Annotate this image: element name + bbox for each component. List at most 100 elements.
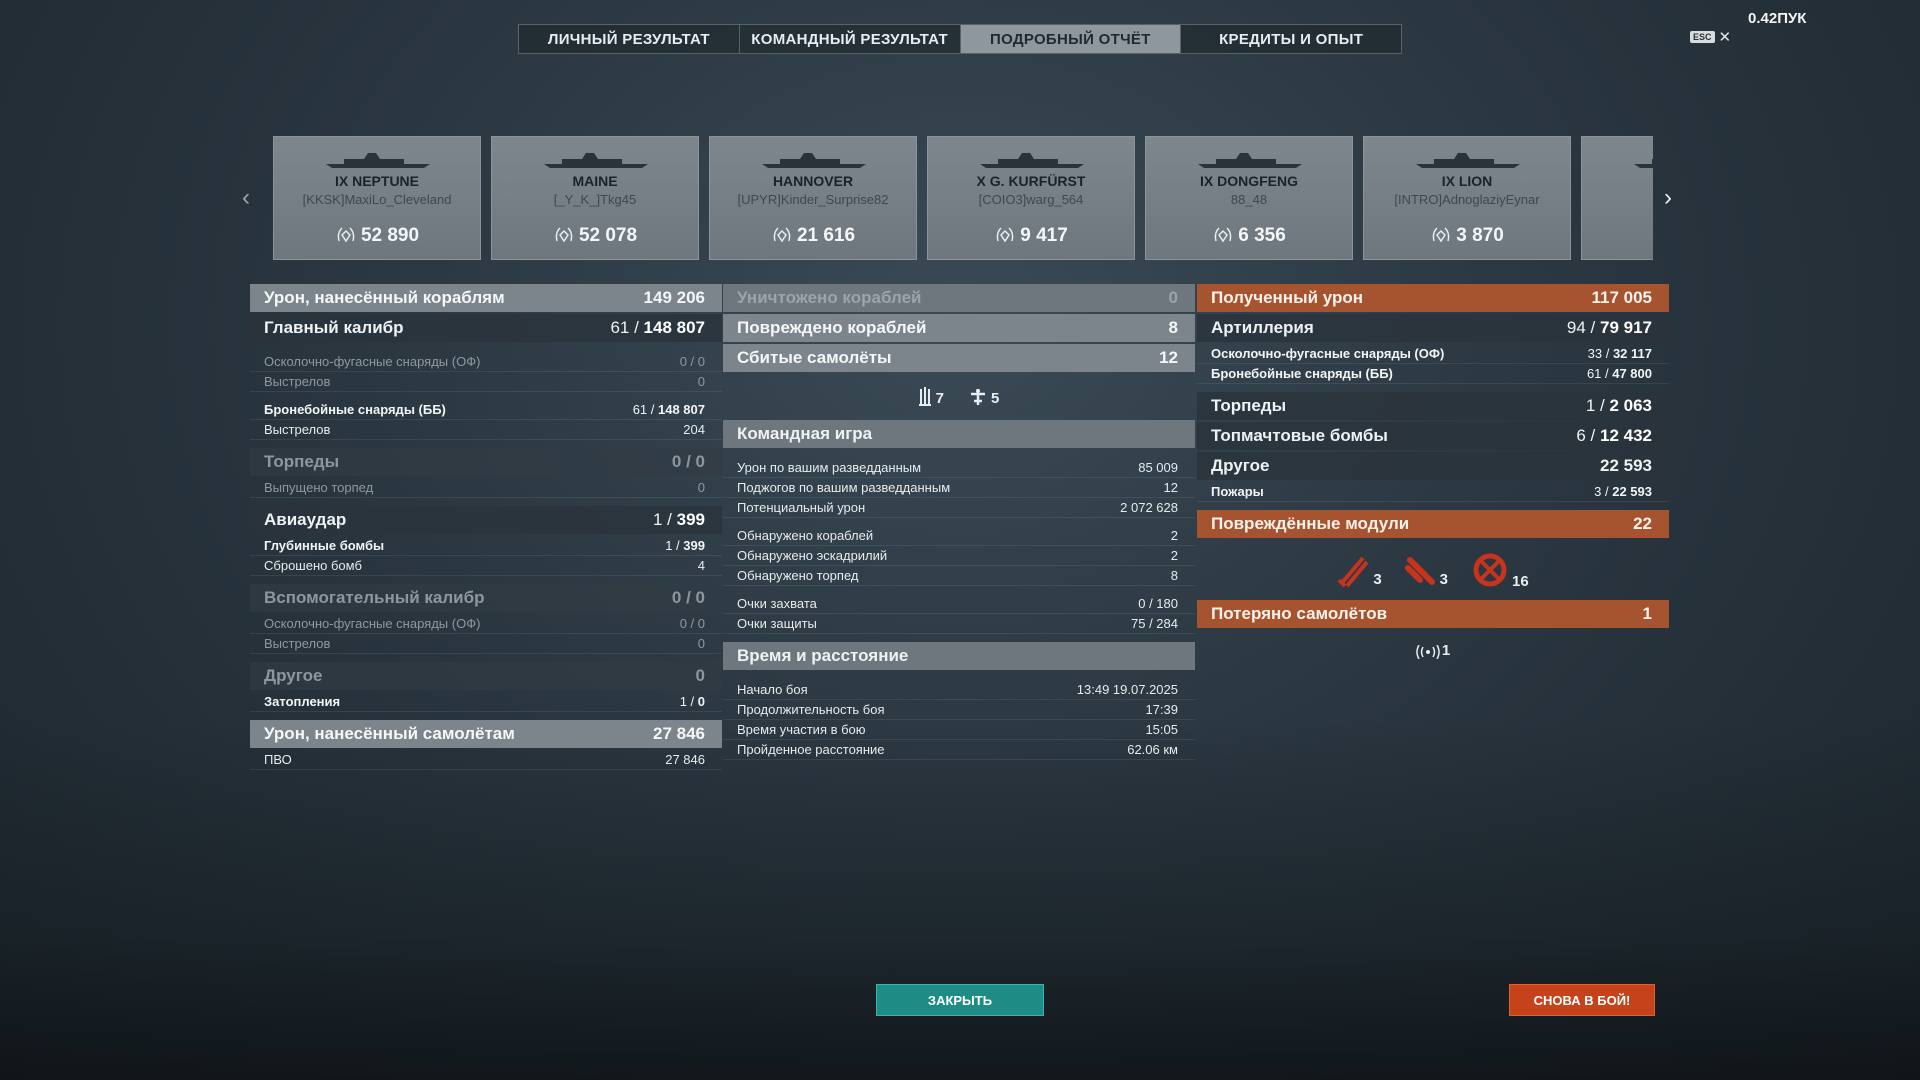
ship-silhouette-icon: [1198, 153, 1302, 168]
ship-player: [INTRO]AdnoglaziyEynar: [1394, 192, 1540, 207]
ship-damage: 52 078: [492, 225, 698, 247]
ship-silhouette-icon: [326, 153, 430, 168]
ship-damage: 6 356: [1146, 225, 1352, 247]
points-readout: 0.42ПУК: [1748, 10, 1807, 27]
cap-row: Очки захвата 0 / 180: [723, 594, 1195, 614]
ship-damage-header: Урон, нанесённый кораблям 149 206: [250, 284, 722, 312]
damaged-modules-header: Повреждённые модули 22: [1197, 510, 1669, 538]
dealt-damage-column: Урон, нанесённый кораблям 149 206 Главный…: [250, 284, 722, 770]
tab-personal[interactable]: ЛИЧНЫЙ РЕЗУЛЬТАТ: [519, 25, 740, 53]
ship-name: IX DONGFENG: [1199, 173, 1298, 189]
plane-damage-header: Урон, нанесённый самолётам 27 846: [250, 720, 722, 748]
ship-name: MAINE: [572, 173, 618, 189]
time-row: Продолжительность боя 17:39: [723, 700, 1195, 720]
close-button[interactable]: ЗАКРЫТЬ: [876, 984, 1044, 1016]
ship-card[interactable]: IX LION [INTRO]AdnoglaziyEynar 3 870: [1363, 136, 1571, 260]
planes-shot-header: Сбитые самолёты 12: [723, 344, 1195, 372]
bomber-plane-icon: [971, 389, 985, 405]
ship-card[interactable]: X G. KURFÜRST [COIO3]warg_564 9 417: [927, 136, 1135, 260]
ship-name: X G. KURFÜRST: [976, 173, 1086, 189]
fires-row: Пожары 3 / 22 593: [1197, 482, 1669, 502]
ship-damage: 9 417: [928, 225, 1134, 247]
ship-silhouette-icon: [544, 153, 648, 168]
received-ap-row: Бронебойные снаряды (ББ) 61 / 47 800: [1197, 364, 1669, 384]
battle-again-button[interactable]: СНОВА В БОЙ!: [1509, 984, 1655, 1016]
laurel-icon: [337, 227, 355, 243]
team-row: Потенциальный урон 2 072 628: [723, 498, 1195, 518]
main-caliber-header: Главный калибр 61 / 148 807: [250, 314, 722, 342]
ship-silhouette-icon: [1416, 153, 1520, 168]
esc-close-button[interactable]: ESC ✕: [1690, 28, 1731, 46]
received-damage-column: Полученный урон 117 005 Артиллерия 94 / 79…: [1197, 284, 1669, 670]
module-icons: 3 3 16: [1197, 540, 1669, 600]
ship-player: [_Y_K_]Tkg45: [553, 192, 637, 207]
torps-launched-row: Выпущено торпед 0: [250, 478, 722, 498]
ship-card[interactable]: IX DONGFENG 88_48 6 356: [1145, 136, 1353, 260]
ship-silhouette-icon: [980, 153, 1084, 168]
ap-shots-row: Выстрелов 204: [250, 420, 722, 440]
secondary-header: Вспомогательный калибр 0 / 0: [250, 584, 722, 612]
laurel-icon: [1214, 227, 1232, 243]
skip-bombs-header: Топмачтовые бомбы 6 / 12 432: [1197, 422, 1669, 450]
ship-card[interactable]: HANNOVER [UPYR]Kinder_Surprise82 21 616: [709, 136, 917, 260]
engine-module-icon: [1473, 553, 1507, 587]
bombs-dropped-row: Сброшено бомб 4: [250, 556, 722, 576]
ship-damage: 21 616: [710, 225, 916, 247]
secondary-shots-row: Выстрелов 0: [250, 634, 722, 654]
team-column: Уничтожено кораблей 0 Повреждено кораблей…: [723, 284, 1195, 760]
close-icon: ✕: [1718, 29, 1732, 46]
torpedo-module-icon: [1404, 557, 1435, 585]
secondary-he-row: Осколочно-фугасные снаряды (ОФ) 0 / 0: [250, 614, 722, 634]
received-other-header: Другое 22 593: [1197, 452, 1669, 480]
team-row: Поджогов по вашим разведданным 12: [723, 478, 1195, 498]
airstrike-header: Авиаудар 1 / 399: [250, 506, 722, 534]
spotter-count: 1: [1197, 630, 1669, 670]
spot-row: Обнаружено эскадрилий 2: [723, 546, 1195, 566]
ap-shells-row: Бронебойные снаряды (ББ) 61 / 148 807: [250, 400, 722, 420]
result-tabs: ЛИЧНЫЙ РЕЗУЛЬТАТ КОМАНДНЫЙ РЕЗУЛЬТАТ ПОД…: [518, 24, 1402, 54]
received-damage-header: Полученный урон 117 005: [1197, 284, 1669, 312]
ship-damage: 52 890: [274, 225, 480, 247]
he-shells-row: Осколочно-фугасные снаряды (ОФ) 0 / 0: [250, 352, 722, 372]
planes-lost-header: Потеряно самолётов 1: [1197, 600, 1669, 628]
teamplay-header: Командная игра: [723, 420, 1195, 448]
time-row: Начало боя 13:49 19.07.2025: [723, 680, 1195, 700]
aa-row: ПВО 27 846: [250, 750, 722, 770]
ship-player: [UPYR]Kinder_Surprise82: [737, 192, 889, 207]
torpedoes-header: Торпеды 0 / 0: [250, 448, 722, 476]
he-shots-row: Выстрелов 0: [250, 372, 722, 392]
laurel-icon: [773, 227, 791, 243]
ship-name: IX LION: [1441, 173, 1493, 189]
other-header: Другое 0: [250, 662, 722, 690]
ship-card[interactable]: IX NEPTUNE [KKSK]MaxiLo_Cleveland 52 890: [273, 136, 481, 260]
time-row: Пройденное расстояние 62.06 км: [723, 740, 1195, 760]
ship-player: 88_48: [1230, 192, 1268, 207]
ship-name: IX NEPTUNE: [334, 173, 419, 189]
ship-damage: 3 870: [1364, 225, 1570, 247]
ship-player: [COIO3]warg_564: [978, 192, 1084, 207]
ship-carousel: IX NEPTUNE [KKSK]MaxiLo_Cleveland 52 890…: [273, 136, 1653, 260]
received-he-row: Осколочно-фугасные снаряды (ОФ) 33 / 32 1…: [1197, 344, 1669, 364]
flooding-row: Затопления 1 / 0: [250, 692, 722, 712]
carousel-prev-arrow[interactable]: ‹: [242, 184, 250, 212]
tab-team[interactable]: КОМАНДНЫЙ РЕЗУЛЬТАТ: [740, 25, 961, 53]
laurel-icon: [1432, 227, 1450, 243]
damaged-header: Повреждено кораблей 8: [723, 314, 1195, 342]
cap-row: Очки защиты 75 / 284: [723, 614, 1195, 634]
background-fog: [0, 720, 1920, 1080]
plane-type-counts: 7 5: [723, 374, 1195, 420]
laurel-icon: [555, 227, 573, 243]
team-row: Урон по вашим разведданным 85 009: [723, 458, 1195, 478]
ship-card[interactable]: MAINE [_Y_K_]Tkg45 52 078: [491, 136, 699, 260]
ship-silhouette-icon: [1634, 159, 1653, 168]
spotter-icon: [1416, 644, 1440, 659]
ship-card-partial[interactable]: [1581, 136, 1653, 260]
time-distance-header: Время и расстояние: [723, 642, 1195, 670]
ship-player: [KKSK]MaxiLo_Cleveland: [302, 192, 452, 207]
tab-detailed-report[interactable]: ПОДРОБНЫЙ ОТЧЁТ: [960, 25, 1182, 53]
fighter-plane-icon: [918, 387, 931, 406]
tab-credits-xp[interactable]: КРЕДИТЫ И ОПЫТ: [1181, 25, 1401, 53]
spot-row: Обнаружено кораблей 2: [723, 526, 1195, 546]
destroyed-header: Уничтожено кораблей 0: [723, 284, 1195, 312]
carousel-next-arrow[interactable]: ›: [1664, 184, 1672, 212]
